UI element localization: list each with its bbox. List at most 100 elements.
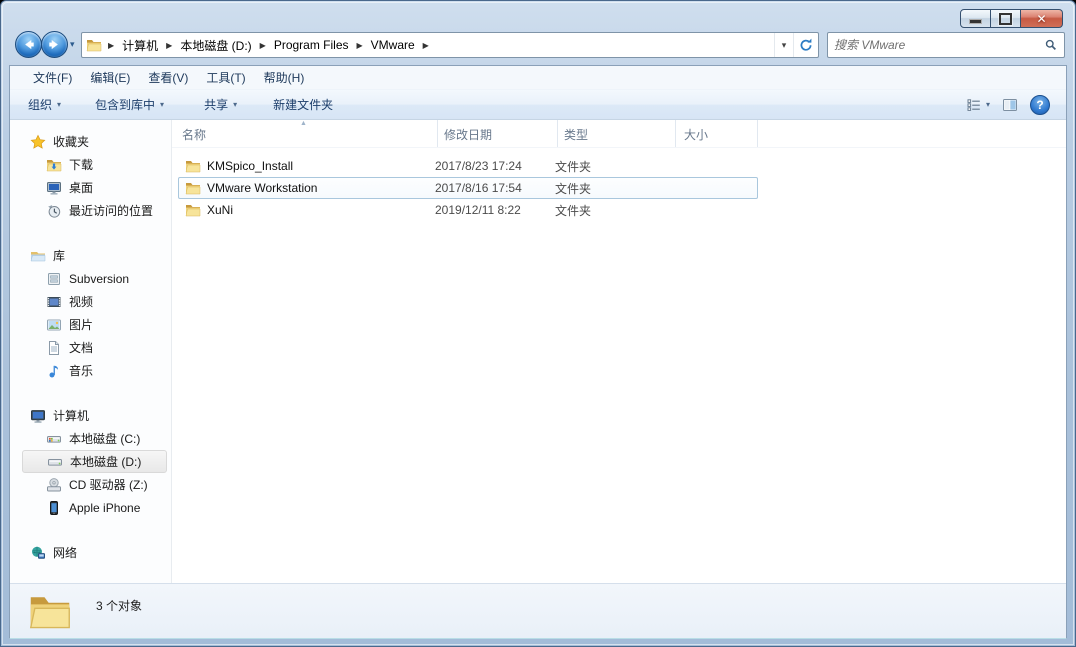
column-header-row: ▲ 名称 修改日期 类型 大小 <box>172 120 1066 148</box>
column-divider[interactable] <box>437 120 438 147</box>
sidebar-item-subversion[interactable]: Subversion <box>10 267 171 290</box>
sidebar-item-local-disk-c[interactable]: 本地磁盘 (C:) <box>10 427 171 450</box>
change-view-button[interactable]: ▾ <box>966 97 990 113</box>
sidebar-item-favorites[interactable]: 收藏夹 <box>10 130 171 153</box>
music-label: 音乐 <box>69 362 93 379</box>
column-header-size[interactable]: 大小 <box>684 126 708 143</box>
menu-file[interactable]: 文件(F) <box>24 66 81 89</box>
file-row-xuni[interactable]: XuNi 2019/12/11 8:22 文件夹 <box>178 199 758 221</box>
downloads-label: 下载 <box>69 156 93 173</box>
close-button[interactable]: ✕ <box>1021 9 1063 28</box>
libraries-section: 库 Subversion 视频 图片 <box>10 244 171 382</box>
library-icon <box>30 248 46 264</box>
cd-drive-z-label: CD 驱动器 (Z:) <box>69 476 148 493</box>
music-icon <box>46 363 62 379</box>
network-label: 网络 <box>53 544 77 561</box>
menu-tools[interactable]: 工具(T) <box>197 66 254 89</box>
videos-label: 视频 <box>69 293 93 310</box>
computer-label: 计算机 <box>53 407 89 424</box>
column-header-type[interactable]: 类型 <box>564 126 588 143</box>
maximize-button[interactable] <box>991 9 1021 28</box>
navigation-pane: 收藏夹 下载 桌面 最近访问的位置 <box>10 120 172 583</box>
menu-bar: 文件(F) 编辑(E) 查看(V) 工具(T) 帮助(H) <box>10 66 1066 89</box>
sidebar-item-music[interactable]: 音乐 <box>10 359 171 382</box>
sidebar-item-recent-places[interactable]: 最近访问的位置 <box>10 199 171 222</box>
sidebar-item-network[interactable]: 网络 <box>10 541 171 564</box>
share-button[interactable]: 共享 ▾ <box>194 92 247 117</box>
item-count-text: 3 个对象 <box>96 597 142 614</box>
preview-pane-button[interactable] <box>1002 97 1018 113</box>
sidebar-item-local-disk-d[interactable]: 本地磁盘 (D:) <box>22 450 167 473</box>
computer-icon <box>30 408 46 424</box>
address-dropdown-button[interactable]: ▾ <box>774 33 793 57</box>
network-section: 网络 <box>10 541 171 564</box>
library-item-icon <box>46 271 62 287</box>
include-in-library-button[interactable]: 包含到库中 ▾ <box>85 92 174 117</box>
sidebar-item-desktop[interactable]: 桌面 <box>10 176 171 199</box>
views-icon <box>966 97 982 113</box>
new-folder-button[interactable]: 新建文件夹 <box>263 92 343 117</box>
documents-label: 文档 <box>69 339 93 356</box>
preview-pane-icon <box>1002 97 1018 113</box>
main-area: 收藏夹 下载 桌面 最近访问的位置 <box>10 120 1066 583</box>
organize-label: 组织 <box>28 96 52 113</box>
sidebar-item-videos[interactable]: 视频 <box>10 290 171 313</box>
organize-button[interactable]: 组织 ▾ <box>18 92 71 117</box>
back-arrow-icon <box>21 37 36 52</box>
crumb-separator-icon: ▶ <box>417 41 435 50</box>
column-header-name[interactable]: 名称 <box>182 126 206 143</box>
refresh-button[interactable] <box>793 33 818 57</box>
menu-view[interactable]: 查看(V) <box>139 66 197 89</box>
recent-places-label: 最近访问的位置 <box>69 202 153 219</box>
menu-help[interactable]: 帮助(H) <box>255 66 314 89</box>
breadcrumb-computer[interactable]: 计算机 <box>120 37 160 54</box>
column-divider[interactable] <box>675 120 676 147</box>
star-icon <box>30 134 46 150</box>
new-folder-label: 新建文件夹 <box>273 96 333 113</box>
folder-icon <box>185 158 201 174</box>
file-type: 文件夹 <box>555 202 675 219</box>
breadcrumb-program-files[interactable]: Program Files <box>272 38 351 52</box>
file-type: 文件夹 <box>555 180 675 197</box>
maximize-icon <box>999 13 1012 25</box>
file-row-vmware-workstation[interactable]: VMware Workstation 2017/8/16 17:54 文件夹 <box>178 177 758 199</box>
sidebar-item-documents[interactable]: 文档 <box>10 336 171 359</box>
column-divider[interactable] <box>557 120 558 147</box>
download-folder-icon <box>46 157 62 173</box>
selected-folder-icon <box>28 589 72 633</box>
desktop-icon <box>46 180 62 196</box>
file-name-cell: VMware Workstation <box>179 180 435 196</box>
network-icon <box>30 545 46 561</box>
sidebar-item-apple-iphone[interactable]: Apple iPhone <box>10 496 171 519</box>
breadcrumb-vmware[interactable]: VMware <box>369 38 417 52</box>
recent-places-icon <box>46 203 62 219</box>
sidebar-item-downloads[interactable]: 下载 <box>10 153 171 176</box>
file-row-kmspico-install[interactable]: KMSpico_Install 2017/8/23 17:24 文件夹 <box>178 155 758 177</box>
search-box <box>827 32 1065 58</box>
drive-icon <box>47 454 63 470</box>
search-input[interactable] <box>828 38 1044 52</box>
back-button[interactable] <box>15 31 42 58</box>
chevron-down-icon: ▾ <box>57 100 61 109</box>
column-divider[interactable] <box>757 120 758 147</box>
favorites-label: 收藏夹 <box>53 133 89 150</box>
chevron-down-icon: ▾ <box>986 100 990 109</box>
sidebar-item-cd-drive-z[interactable]: CD 驱动器 (Z:) <box>10 473 171 496</box>
history-dropdown-button[interactable]: ▾ <box>70 39 75 50</box>
help-button[interactable]: ? <box>1030 95 1050 115</box>
breadcrumb-local-disk-d[interactable]: 本地磁盘 (D:) <box>178 37 253 54</box>
forward-button[interactable] <box>41 31 68 58</box>
file-name: XuNi <box>207 203 233 217</box>
column-header-date-modified[interactable]: 修改日期 <box>444 126 492 143</box>
address-bar[interactable]: ▶ 计算机 ▶ 本地磁盘 (D:) ▶ Program Files ▶ VMwa… <box>81 32 819 58</box>
sidebar-item-pictures[interactable]: 图片 <box>10 313 171 336</box>
chevron-down-icon: ▾ <box>160 100 164 109</box>
minimize-button[interactable] <box>960 9 991 28</box>
file-name: KMSpico_Install <box>207 159 293 173</box>
sidebar-item-computer[interactable]: 计算机 <box>10 404 171 427</box>
favorites-section: 收藏夹 下载 桌面 最近访问的位置 <box>10 130 171 222</box>
sidebar-item-libraries[interactable]: 库 <box>10 244 171 267</box>
details-pane: 3 个对象 <box>10 583 1066 638</box>
crumb-separator-icon: ▶ <box>160 41 178 50</box>
menu-edit[interactable]: 编辑(E) <box>81 66 139 89</box>
